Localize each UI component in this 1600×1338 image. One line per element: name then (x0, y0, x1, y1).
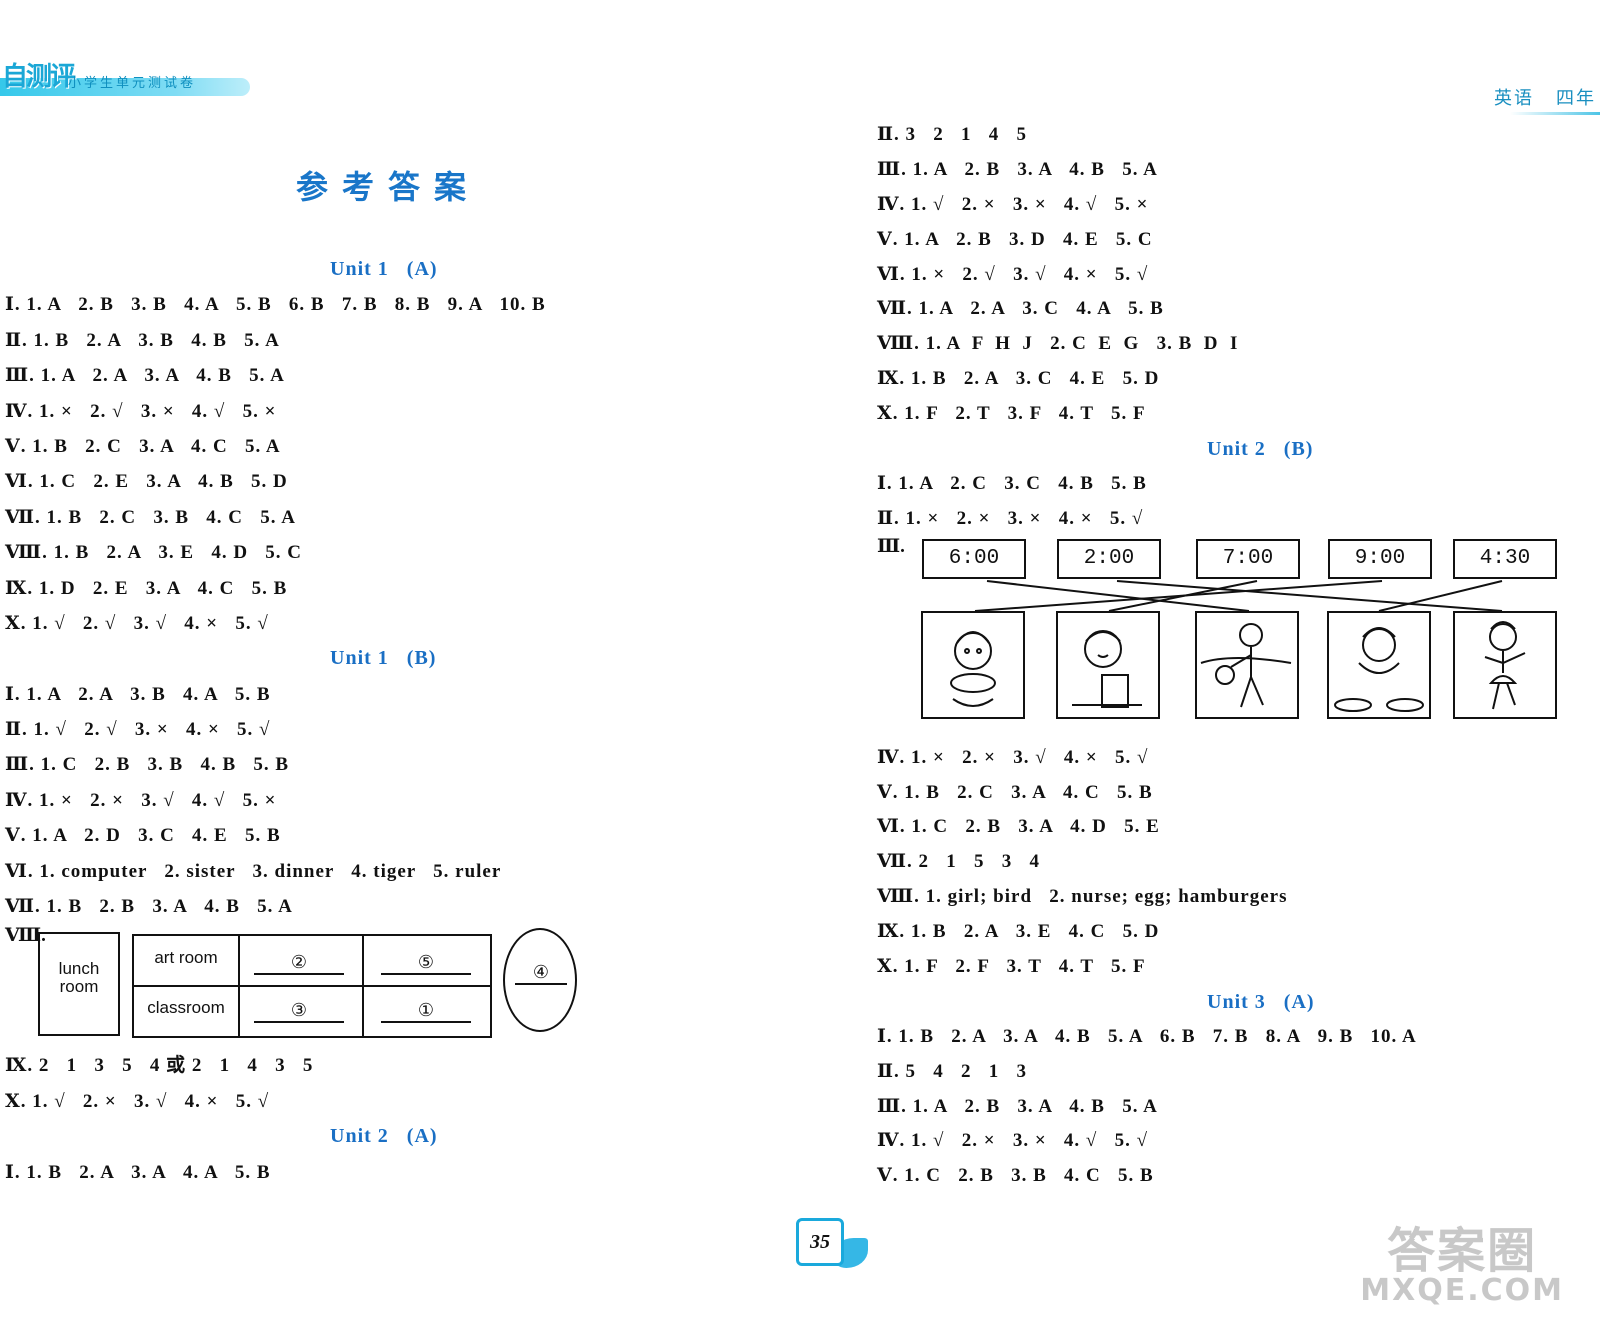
answer-line: Ⅲ. 1. A 2. A 3. A 4. B 5. A (5, 365, 285, 387)
unit2b-answers-cont: Ⅳ. 1. × 2. × 3. √ 4. × 5. √ Ⅴ. 1. B 2. C … (877, 741, 1597, 985)
answer-line: Ⅱ. 3 2 1 4 5 (877, 124, 1028, 145)
answer-line: Ⅲ. 1. A 2. B 3. A 4. B 5. A (877, 1095, 1158, 1117)
watermark-logo: 答案圈 (1387, 1223, 1538, 1279)
answer-line: Ⅲ. 1. A 2. B 3. A 4. B 5. A (877, 158, 1158, 180)
time-matching-answer: Ⅲ. 6:00 2:00 7:00 9:00 4:30 (877, 536, 1597, 741)
series-logo: 自测评 (2, 62, 76, 92)
answer-line: Ⅲ. 1. C 2. B 3. B 4. B 5. B (5, 754, 290, 776)
girl-basketball-icon (1200, 622, 1292, 708)
subject-grade: 英语 四年 (1472, 84, 1596, 110)
answer-line: Ⅸ. 2 1 3 5 4 或 2 1 4 3 5 (5, 1055, 314, 1077)
answer-blank: ⑤ (381, 952, 471, 976)
answer-line: Ⅰ. 1. A 2. C 3. C 4. B 5. B (877, 472, 1147, 494)
answer-line: Ⅸ. 1. B 2. A 3. E 4. C 5. D (877, 921, 1160, 943)
answer-line: Ⅴ. 1. A 2. D 3. C 4. E 5. B (5, 825, 281, 847)
boy-reading-icon (1072, 629, 1142, 708)
child-basketball-picture (1195, 610, 1299, 719)
answer-line: Ⅴ. 1. C 2. B 3. B 4. C 5. B (877, 1165, 1154, 1187)
art-room-label: art room (154, 948, 218, 968)
unit1a-answers: Ⅰ. 1. A 2. B 3. B 4. A 5. B 6. B 7. B 8.… (5, 287, 645, 641)
page-number: 35 (796, 1218, 844, 1266)
answer-line: Ⅹ. 1. √ 2. √ 3. √ 4. × 5. √ (5, 612, 269, 634)
answer-line: Ⅳ. 1. × 2. × 3. √ 4. × 5. √ (877, 746, 1149, 768)
subject: 英语 (1494, 88, 1534, 109)
answer-line: Ⅷ. 1. girl; bird 2. nurse; egg; hamburge… (877, 886, 1288, 908)
girl-eating-icon (950, 630, 996, 707)
girl-dancing-icon (1484, 620, 1526, 709)
answer-line: Ⅳ. 1. × 2. √ 3. × 4. √ 5. × (5, 400, 277, 422)
unit-heading: Unit 2 (A) (330, 1125, 438, 1148)
answer-line: Ⅴ. 1. B 2. C 3. A 4. C 5. B (877, 781, 1153, 803)
answer-line: Ⅹ. 1. F 2. F 3. T 4. T 5. F (877, 956, 1146, 978)
unit-heading: Unit 1 (B) (330, 647, 437, 670)
unit1b-answers-cont: Ⅸ. 2 1 3 5 4 或 2 1 4 3 5 Ⅹ. 1. √ 2. × 3. … (5, 1048, 645, 1119)
series-banner: 自测评 小学生单元测试卷 (0, 56, 260, 104)
grade: 四年 (1556, 88, 1596, 109)
answer-line: Ⅸ. 1. B 2. A 3. C 4. E 5. D (877, 368, 1160, 390)
answer-line: Ⅴ. 1. A 2. B 3. D 4. E 5. C (877, 228, 1153, 250)
answer-line: Ⅶ. 1. A 2. A 3. C 4. A 5. B (877, 298, 1164, 320)
lunch-room-box: lunch room (38, 932, 120, 1037)
header-rule (1510, 112, 1600, 115)
answer-blank: ② (254, 952, 344, 976)
answer-line: Ⅰ. 1. A 2. A 3. B 4. A 5. B (5, 683, 271, 705)
answer-line: Ⅱ. 1. × 2. × 3. × 4. × 5. √ (877, 507, 1144, 529)
answer-line: Ⅶ. 2 1 5 3 4 (877, 851, 1040, 873)
child-dancing-picture (1453, 610, 1557, 719)
child-eating-picture (921, 610, 1025, 719)
answer-line: Ⅵ. 1. computer 2. sister 3. dinner 4. ti… (5, 860, 502, 882)
unit-heading: Unit 2 (B) (1207, 438, 1314, 461)
answer-line: Ⅴ. 1. B 2. C 3. A 4. C 5. A (5, 435, 281, 457)
answer-line: Ⅱ. 1. √ 2. √ 3. × 4. × 5. √ (5, 719, 271, 741)
oval-room: ④ (503, 928, 577, 1033)
answer-line: Ⅹ. 1. F 2. T 3. F 4. T 5. F (877, 403, 1146, 425)
answer-line: Ⅶ. 1. B 2. B 3. A 4. B 5. A (5, 896, 293, 918)
answer-line: Ⅱ. 5 4 2 1 3 (877, 1060, 1028, 1082)
school-map-answer: Ⅷ. lunch room art room classroom ② ⑤ ③ ①… (5, 924, 645, 1048)
rooms-grid: art room classroom ② ⑤ ③ ① (132, 934, 492, 1039)
answer-line: Ⅰ. 1. B 2. A 3. A 4. A 5. B (5, 1161, 271, 1183)
page-title: 参考答案 (296, 168, 481, 206)
unit-heading: Unit 3 (A) (1207, 990, 1315, 1013)
answer-blank: ④ (515, 962, 567, 986)
answer-line: Ⅱ. 1. B 2. A 3. B 4. B 5. A (5, 329, 280, 351)
answer-line: Ⅵ. 1. C 2. B 3. A 4. D 5. E (877, 816, 1160, 838)
answer-line: Ⅰ. 1. A 2. B 3. B 4. A 5. B 6. B 7. B 8.… (5, 294, 546, 316)
answer-line: Ⅵ. 1. × 2. √ 3. √ 4. × 5. √ (877, 263, 1149, 285)
girl-cooking-icon (1334, 626, 1424, 712)
right-column: Ⅱ. 3 2 1 4 5 Ⅲ. 1. A 2. B 3. A 4. B 5. A Ⅳ… (877, 118, 1597, 1194)
answer-line: Ⅸ. 1. D 2. E 3. A 4. C 5. B (5, 577, 288, 599)
child-cooking-picture (1327, 610, 1431, 719)
series-subtitle: 小学生单元测试卷 (68, 76, 197, 91)
answer-line: Ⅷ. 1. B 2. A 3. E 4. D 5. C (5, 542, 303, 564)
answer-line: Ⅵ. 1. C 2. E 3. A 4. B 5. D (5, 471, 288, 493)
watermark-url: MXQE.COM (1360, 1273, 1564, 1308)
answer-line: Ⅷ. 1. A F H J 2. C E G 3. B D I (877, 333, 1239, 355)
answer-line: Ⅳ. 1. √ 2. × 3. × 4. √ 5. × (877, 193, 1149, 215)
answer-line: Ⅹ. 1. √ 2. × 3. √ 4. × 5. √ (5, 1090, 270, 1112)
answer-blank: ③ (254, 1000, 344, 1024)
unit1b-answers: Ⅰ. 1. A 2. A 3. B 4. A 5. B Ⅱ. 1. √ 2. √ … (5, 677, 645, 925)
answer-line: Ⅶ. 1. B 2. C 3. B 4. C 5. A (5, 506, 296, 528)
child-reading-picture (1056, 610, 1160, 719)
unit2a-answers-cont: Ⅱ. 3 2 1 4 5 Ⅲ. 1. A 2. B 3. A 4. B 5. A Ⅳ… (877, 118, 1597, 432)
answer-line: Ⅳ. 1. × 2. × 3. √ 4. √ 5. × (5, 789, 277, 811)
unit2b-answers: Ⅰ. 1. A 2. C 3. C 4. B 5. B Ⅱ. 1. × 2. × … (877, 467, 1597, 537)
answer-line: Ⅰ. 1. B 2. A 3. A 4. B 5. A 6. B 7. B 8.… (877, 1025, 1417, 1047)
lunch-room-label: lunch room (58, 959, 100, 997)
classroom-label: classroom (147, 998, 225, 1018)
unit2a-answers: Ⅰ. 1. B 2. A 3. A 4. A 5. B (5, 1155, 645, 1190)
watermark: 答案圈 MXQE.COM (1360, 1211, 1564, 1308)
left-column: Unit 1 (A) Ⅰ. 1. A 2. B 3. B 4. A 5. B 6… (5, 252, 645, 1190)
unit-heading: Unit 1 (A) (330, 258, 438, 280)
answer-line: Ⅳ. 1. √ 2. × 3. × 4. √ 5. √ (877, 1130, 1148, 1152)
unit3a-answers: Ⅰ. 1. B 2. A 3. A 4. B 5. A 6. B 7. B 8.… (877, 1020, 1597, 1194)
answer-blank: ① (381, 1000, 471, 1024)
